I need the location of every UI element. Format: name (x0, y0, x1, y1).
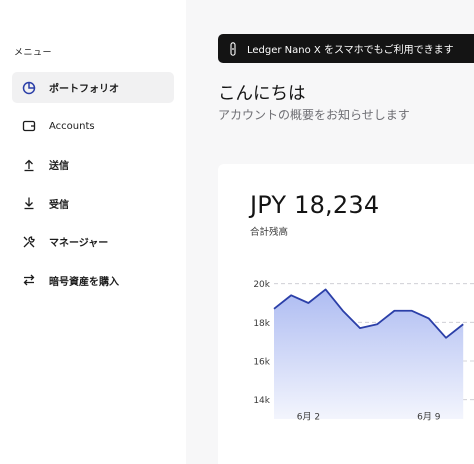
receive-arrow-down-icon (22, 196, 36, 210)
portfolio-pie-icon (22, 81, 36, 95)
main-content: Ledger Nano X をスマホでもご利用できます こんにちは アカウントの… (186, 0, 474, 464)
area-fill (274, 289, 464, 419)
wallet-icon (22, 119, 36, 133)
y-tick-label: 20k (253, 280, 270, 290)
sidebar-item-manager[interactable]: マネージャー (12, 226, 174, 257)
sidebar-nav: ポートフォリオ Accounts 送信 受信 マネージャー 暗号資産を購入 (12, 72, 174, 304)
sidebar-item-portfolio[interactable]: ポートフォリオ (12, 72, 174, 103)
sidebar-item-label: マネージャー (49, 238, 109, 250)
y-tick-label: 16k (253, 358, 270, 368)
balance-chart: 20k 18k 16k 14k 6月 2 6月 9 (253, 280, 474, 423)
exchange-arrows-icon (22, 273, 36, 287)
sidebar-item-accounts[interactable]: Accounts (12, 111, 174, 142)
send-arrow-up-icon (22, 158, 36, 172)
tools-icon (22, 235, 36, 249)
banner-text: Ledger Nano X をスマホでもご利用できます (247, 45, 454, 56)
sidebar-item-receive[interactable]: 受信 (12, 188, 174, 219)
y-tick-label: 14k (253, 396, 270, 406)
promo-banner[interactable]: Ledger Nano X をスマホでもご利用できます (218, 34, 474, 63)
sidebar-item-label: ポートフォリオ (49, 84, 119, 95)
portfolio-card: JPY 18,234 合計残高 20k 18k 16k 14k 6月 2 6月 9 (218, 164, 474, 464)
page-subtitle: アカウントの概要をお知らせします (218, 108, 410, 122)
x-tick-label: 6月 2 (297, 412, 320, 423)
sidebar-item-label: 送信 (49, 161, 69, 173)
sidebar-item-label: Accounts (49, 120, 95, 132)
sidebar-item-buy-crypto[interactable]: 暗号資産を購入 (12, 265, 174, 296)
sidebar: メニュー ポートフォリオ Accounts 送信 受信 マネージャー 暗号資産を… (0, 0, 186, 464)
x-tick-label: 6月 9 (417, 412, 441, 423)
sidebar-item-label: 受信 (49, 199, 69, 211)
y-tick-label: 18k (253, 319, 270, 329)
device-icon (228, 41, 238, 56)
total-balance: JPY 18,234 (250, 191, 380, 219)
menu-title: メニュー (14, 48, 53, 58)
sidebar-item-send[interactable]: 送信 (12, 149, 174, 180)
sidebar-item-label: 暗号資産を購入 (49, 276, 119, 288)
page-title: こんにちは (218, 84, 306, 104)
total-balance-label: 合計残高 (250, 227, 289, 238)
